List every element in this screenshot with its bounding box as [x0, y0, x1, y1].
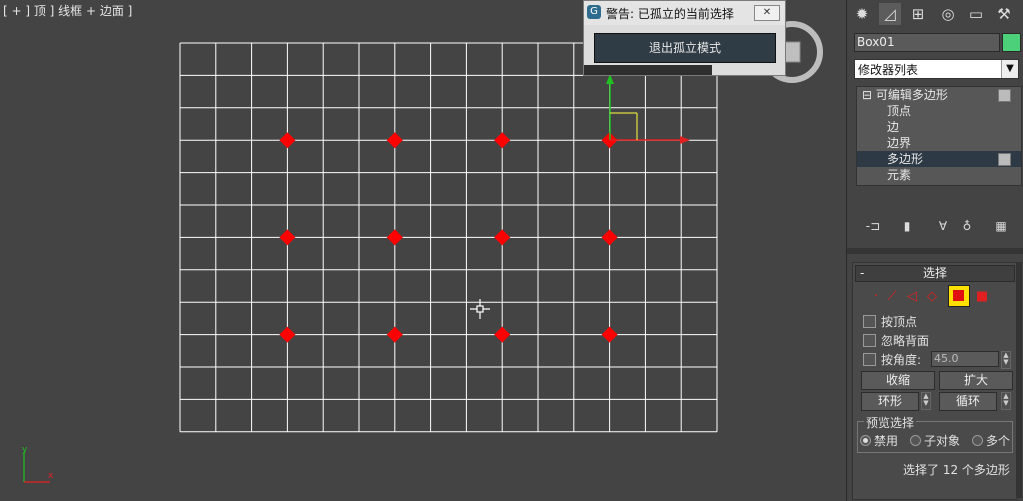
- viewport-top[interactable]: y x [ + ] 顶 ] 线框 + 边面 ] G 警告: 已孤立的当前选择 ✕…: [0, 0, 846, 501]
- preview-multi-label: 多个: [986, 434, 1011, 448]
- stack-item-vertex[interactable]: 顶点: [857, 103, 1021, 119]
- selected-polygon-marker[interactable]: [494, 229, 511, 246]
- modifier-stack: ⊟ 可编辑多边形 顶点 边 边界 多边形 元素: [856, 86, 1022, 186]
- stack-toolbar: -⊐ ▮ ∀ ♁ ▦: [855, 216, 1021, 238]
- loop-button[interactable]: 循环: [939, 392, 997, 411]
- preview-multi-radio[interactable]: [972, 435, 983, 446]
- make-unique-icon[interactable]: ∀: [931, 216, 955, 236]
- close-icon[interactable]: ✕: [754, 5, 780, 21]
- dialog-footer: [584, 65, 712, 75]
- preview-off-radio[interactable]: [860, 435, 871, 446]
- command-panel-tabs: ✹ ◿ ⊞ ◎ ▭ ⚒: [847, 0, 1023, 30]
- motion-icon[interactable]: ◎: [937, 3, 959, 25]
- svg-text:y: y: [22, 445, 28, 455]
- stack-item-border[interactable]: 边界: [857, 135, 1021, 151]
- hierarchy-icon[interactable]: ⊞: [907, 3, 929, 25]
- stack-item-label: 元素: [887, 168, 912, 182]
- chevron-down-icon[interactable]: ▼: [1001, 60, 1018, 78]
- object-name-input[interactable]: Box01: [854, 33, 1000, 52]
- by-angle-label: 按角度:: [881, 353, 922, 367]
- selected-polygon-marker[interactable]: [494, 132, 511, 149]
- by-vertex-label: 按顶点: [881, 315, 918, 329]
- stack-item-label: 可编辑多边形: [875, 88, 948, 102]
- modifier-list-dropdown[interactable]: 修改器列表 ▼: [854, 59, 1019, 79]
- stack-item-edge[interactable]: 边: [857, 119, 1021, 135]
- remove-modifier-icon[interactable]: ♁: [955, 216, 979, 236]
- selected-polygon-marker[interactable]: [386, 132, 403, 149]
- selection-rollout: 选择 - · ⟋ ◁ ◇ ■ 按顶点 忽略背面 按角度: 45.0 ▲ ▼ 收缩 …: [852, 262, 1018, 500]
- collapse-icon[interactable]: -: [860, 266, 864, 280]
- app-icon: G: [587, 5, 601, 19]
- ignore-backfacing-label: 忽略背面: [881, 334, 930, 348]
- rollout-header[interactable]: 选择 -: [855, 265, 1015, 282]
- grow-button[interactable]: 扩大: [939, 371, 1013, 390]
- selected-polygon-marker[interactable]: [279, 326, 296, 343]
- stack-item-label: 边: [887, 120, 900, 134]
- preview-off-label: 禁用: [874, 434, 899, 448]
- utilities-icon[interactable]: ⚒: [993, 3, 1015, 25]
- dialog-titlebar: G 警告: 已孤立的当前选择 ✕: [584, 1, 785, 25]
- world-axis-icon: y x: [22, 445, 54, 483]
- selected-polygon-marker[interactable]: [279, 132, 296, 149]
- polygon-mode-icon[interactable]: [948, 285, 970, 307]
- command-panel: ✹ ◿ ⊞ ◎ ▭ ⚒ Box01 修改器列表 ▼ ⊟ 可编辑多边形 顶点 边 …: [846, 0, 1023, 501]
- collapse-icon[interactable]: ⊟: [862, 88, 872, 102]
- configure-modifier-sets-icon[interactable]: ▦: [989, 216, 1013, 236]
- pin-stack-icon[interactable]: -⊐: [861, 216, 885, 236]
- selected-polygon-marker[interactable]: [601, 326, 618, 343]
- selected-polygon-marker[interactable]: [601, 229, 618, 246]
- object-color-swatch[interactable]: [1002, 33, 1021, 52]
- loop-spinner[interactable]: ▲ ▼: [1001, 392, 1011, 410]
- display-icon[interactable]: ▭: [965, 3, 987, 25]
- stack-item-polygon[interactable]: 多边形: [857, 151, 1021, 167]
- preview-selection-title: 预览选择: [864, 414, 917, 431]
- ring-spinner[interactable]: ▲ ▼: [921, 392, 931, 410]
- rollout-title: 选择: [922, 266, 947, 280]
- panel-scrollbar[interactable]: [1016, 262, 1022, 498]
- selected-polygon-marker[interactable]: [386, 229, 403, 246]
- selected-polygon-marker[interactable]: [386, 326, 403, 343]
- edge-mode-icon[interactable]: ⟋: [883, 289, 901, 305]
- viewport-label[interactable]: [ + ] 顶 ] 线框 + 边面 ]: [3, 2, 132, 19]
- light-bulb-icon[interactable]: [998, 153, 1011, 166]
- border-mode-icon[interactable]: ◁: [903, 289, 921, 305]
- create-icon[interactable]: ✹: [851, 3, 873, 25]
- by-vertex-checkbox[interactable]: [863, 315, 876, 328]
- ignore-backfacing-checkbox[interactable]: [863, 334, 876, 347]
- show-end-result-icon[interactable]: ▮: [895, 216, 919, 236]
- stack-item-label: 顶点: [887, 104, 912, 118]
- selected-polygon-marker[interactable]: [494, 326, 511, 343]
- stack-item-label: 多边形: [887, 152, 924, 166]
- shrink-button[interactable]: 收缩: [861, 371, 935, 390]
- preview-selection-group: 预览选择 禁用 子对象 多个: [857, 414, 1013, 453]
- wireframe-grid: [179, 42, 718, 433]
- isolate-selection-dialog: G 警告: 已孤立的当前选择 ✕ 退出孤立模式: [583, 0, 786, 76]
- selected-polygon-marker[interactable]: [279, 229, 296, 246]
- polygon-outline-icon[interactable]: ◇: [923, 289, 941, 305]
- panel-divider: [847, 248, 1023, 254]
- modifier-list-label: 修改器列表: [858, 63, 919, 77]
- stack-item-label: 边界: [887, 136, 912, 150]
- stack-item-editable-poly[interactable]: ⊟ 可编辑多边形: [857, 87, 1021, 103]
- exit-isolation-button[interactable]: 退出孤立模式: [594, 33, 776, 63]
- angle-spinner[interactable]: ▲ ▼: [1001, 351, 1011, 369]
- transform-gizmo: [606, 74, 690, 144]
- by-angle-checkbox[interactable]: [863, 353, 876, 366]
- light-bulb-icon[interactable]: [998, 89, 1011, 102]
- selection-status: 选择了 12 个多边形: [903, 463, 1010, 477]
- stack-item-element[interactable]: 元素: [857, 167, 1021, 183]
- dialog-title: 警告: 已孤立的当前选择: [606, 7, 734, 21]
- modify-icon[interactable]: ◿: [879, 3, 901, 25]
- element-mode-icon[interactable]: ■: [973, 289, 991, 305]
- angle-input[interactable]: 45.0: [931, 351, 999, 367]
- svg-text:x: x: [48, 471, 54, 481]
- preview-subobject-label: 子对象: [924, 434, 961, 448]
- preview-subobject-radio[interactable]: [910, 435, 921, 446]
- ring-button[interactable]: 环形: [861, 392, 919, 411]
